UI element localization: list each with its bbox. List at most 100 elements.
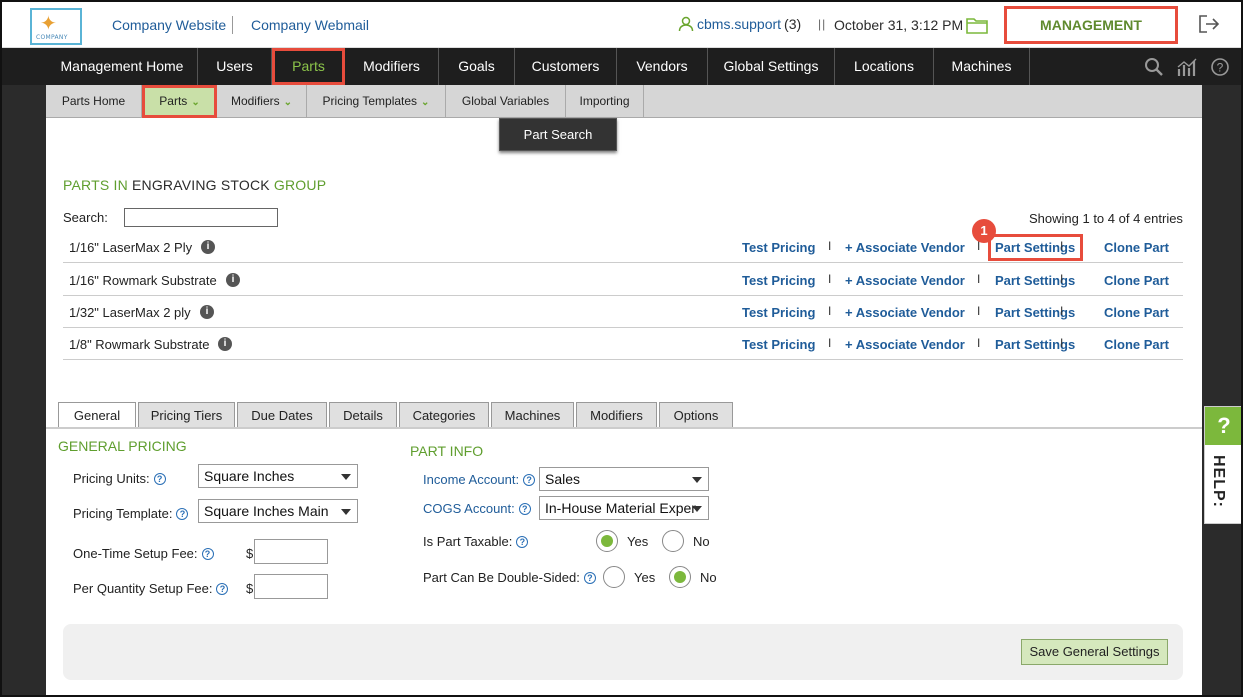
- nav-users[interactable]: Users: [198, 48, 272, 85]
- part-name: 1/32" LaserMax 2 ply: [69, 305, 191, 320]
- tab-modifiers[interactable]: Modifiers: [576, 402, 657, 428]
- chevron-down-icon: ⌄: [421, 97, 430, 108]
- folder-icon[interactable]: [966, 16, 988, 37]
- label-text: One-Time Setup Fee:: [73, 546, 198, 561]
- associate-vendor-link[interactable]: + Associate Vendor: [845, 273, 965, 288]
- help-question-icon[interactable]: ?: [153, 473, 166, 485]
- subnav-global-variables[interactable]: Global Variables: [446, 85, 566, 118]
- double-sided-no-radio[interactable]: [669, 566, 691, 588]
- nav-global-settings[interactable]: Global Settings: [708, 48, 835, 85]
- label-text: Pricing Units:: [73, 471, 150, 486]
- user-count: (3): [784, 16, 802, 32]
- clone-part-link[interactable]: Clone Part: [1104, 240, 1169, 255]
- tab-general[interactable]: General: [58, 402, 136, 429]
- part-name: 1/8" Rowmark Substrate: [69, 337, 210, 352]
- one-time-setup-input[interactable]: [254, 539, 328, 564]
- nav-locations[interactable]: Locations: [835, 48, 934, 85]
- test-pricing-link[interactable]: Test Pricing: [742, 273, 815, 288]
- nav-management-home[interactable]: Management Home: [47, 48, 198, 85]
- help-question-icon[interactable]: ?: [176, 508, 189, 520]
- subnav-modifiers[interactable]: Modifiers ⌄: [217, 85, 307, 118]
- action-separator: I: [1060, 304, 1064, 318]
- search-icon[interactable]: [1144, 57, 1164, 80]
- nav-goals[interactable]: Goals: [439, 48, 515, 85]
- per-quantity-setup-input[interactable]: [254, 574, 328, 599]
- action-separator: I: [1060, 272, 1064, 286]
- dropdown-arrow-icon: [692, 506, 702, 512]
- radio-label: No: [693, 534, 710, 549]
- nav-customers[interactable]: Customers: [515, 48, 617, 85]
- select-value: In-House Material Exper: [545, 500, 696, 516]
- entries-count: Showing 1 to 4 of 4 entries: [1029, 211, 1183, 226]
- help-circle-icon[interactable]: ?: [1210, 57, 1230, 80]
- parts-group-title: PARTS IN ENGRAVING STOCK GROUP: [63, 177, 326, 193]
- subnav-parts[interactable]: Parts ⌄: [142, 85, 217, 118]
- help-question-icon[interactable]: ?: [523, 474, 536, 486]
- help-question-icon[interactable]: ?: [518, 503, 531, 515]
- management-button[interactable]: MANAGEMENT: [1004, 6, 1178, 44]
- logo-star-icon: ✦: [40, 13, 57, 35]
- logo-text: COMPANY: [36, 34, 68, 41]
- pricing-template-select[interactable]: Square Inches Main: [198, 499, 358, 523]
- associate-vendor-link[interactable]: + Associate Vendor: [845, 240, 965, 255]
- clone-part-link[interactable]: Clone Part: [1104, 305, 1169, 320]
- test-pricing-link[interactable]: Test Pricing: [742, 337, 815, 352]
- subnav-parts-home[interactable]: Parts Home: [46, 85, 142, 118]
- tab-options[interactable]: Options: [659, 402, 733, 428]
- part-row: 1/32" LaserMax 2 ply i Test Pricing + Assoc…: [63, 296, 1183, 328]
- cogs-account-select[interactable]: In-House Material Exper: [539, 496, 709, 520]
- company-webmail-link[interactable]: Company Webmail: [251, 17, 369, 33]
- cogs-account-label[interactable]: COGS Account:?: [423, 501, 531, 516]
- help-question-icon[interactable]: ?: [583, 572, 596, 584]
- nav-vendors[interactable]: Vendors: [617, 48, 708, 85]
- label-text: Income Account:: [423, 472, 520, 487]
- taxable-yes-radio[interactable]: [596, 530, 618, 552]
- logout-icon[interactable]: [1198, 14, 1220, 37]
- save-general-settings-button[interactable]: Save General Settings: [1021, 639, 1168, 665]
- search-input[interactable]: [124, 208, 278, 227]
- help-question-icon[interactable]: ?: [201, 548, 214, 560]
- help-question-icon[interactable]: ?: [216, 583, 229, 595]
- test-pricing-link[interactable]: Test Pricing: [742, 305, 815, 320]
- info-icon[interactable]: i: [201, 240, 215, 254]
- clone-part-link[interactable]: Clone Part: [1104, 337, 1169, 352]
- currency-symbol: $: [246, 581, 254, 596]
- select-value: Sales: [545, 471, 581, 487]
- double-sided-yes-radio[interactable]: [603, 566, 625, 588]
- subnav-importing[interactable]: Importing: [566, 85, 644, 118]
- part-search-menu-item[interactable]: Part Search: [499, 118, 617, 151]
- tab-details[interactable]: Details: [329, 402, 397, 428]
- income-account-select[interactable]: Sales: [539, 467, 709, 491]
- associate-vendor-link[interactable]: + Associate Vendor: [845, 305, 965, 320]
- tab-machines[interactable]: Machines: [491, 402, 574, 428]
- one-time-setup-label: One-Time Setup Fee:?: [73, 546, 214, 561]
- tab-categories[interactable]: Categories: [399, 402, 489, 428]
- info-icon[interactable]: i: [226, 273, 240, 287]
- company-website-link[interactable]: Company Website: [112, 17, 226, 33]
- info-icon[interactable]: i: [218, 337, 232, 351]
- tab-due-dates[interactable]: Due Dates: [237, 402, 327, 428]
- info-icon[interactable]: i: [200, 305, 214, 319]
- tab-pricing-tiers[interactable]: Pricing Tiers: [138, 402, 235, 428]
- pricing-units-select[interactable]: Square Inches: [198, 464, 358, 488]
- income-account-label[interactable]: Income Account:?: [423, 472, 536, 487]
- taxable-no-radio[interactable]: [662, 530, 684, 552]
- clone-part-link[interactable]: Clone Part: [1104, 273, 1169, 288]
- nav-modifiers[interactable]: Modifiers: [345, 48, 439, 85]
- user-account[interactable]: cbms.support (3): [678, 16, 801, 32]
- nav-machines[interactable]: Machines: [934, 48, 1030, 85]
- search-label: Search:: [63, 210, 108, 225]
- help-tab[interactable]: ? HELP:: [1204, 406, 1241, 524]
- analytics-icon[interactable]: [1176, 57, 1198, 80]
- action-separator: I: [977, 272, 981, 286]
- subnav-pricing-templates[interactable]: Pricing Templates ⌄: [307, 85, 446, 118]
- associate-vendor-link[interactable]: + Associate Vendor: [845, 337, 965, 352]
- test-pricing-link[interactable]: Test Pricing: [742, 240, 815, 255]
- label-text: Part Can Be Double-Sided:: [423, 570, 580, 585]
- username[interactable]: cbms.support: [697, 16, 781, 32]
- help-question-icon[interactable]: ?: [516, 536, 529, 548]
- nav-parts[interactable]: Parts: [272, 48, 345, 85]
- chevron-down-icon: ⌄: [191, 97, 200, 108]
- company-logo[interactable]: ✦ COMPANY: [30, 8, 82, 45]
- label-text: COGS Account:: [423, 501, 515, 516]
